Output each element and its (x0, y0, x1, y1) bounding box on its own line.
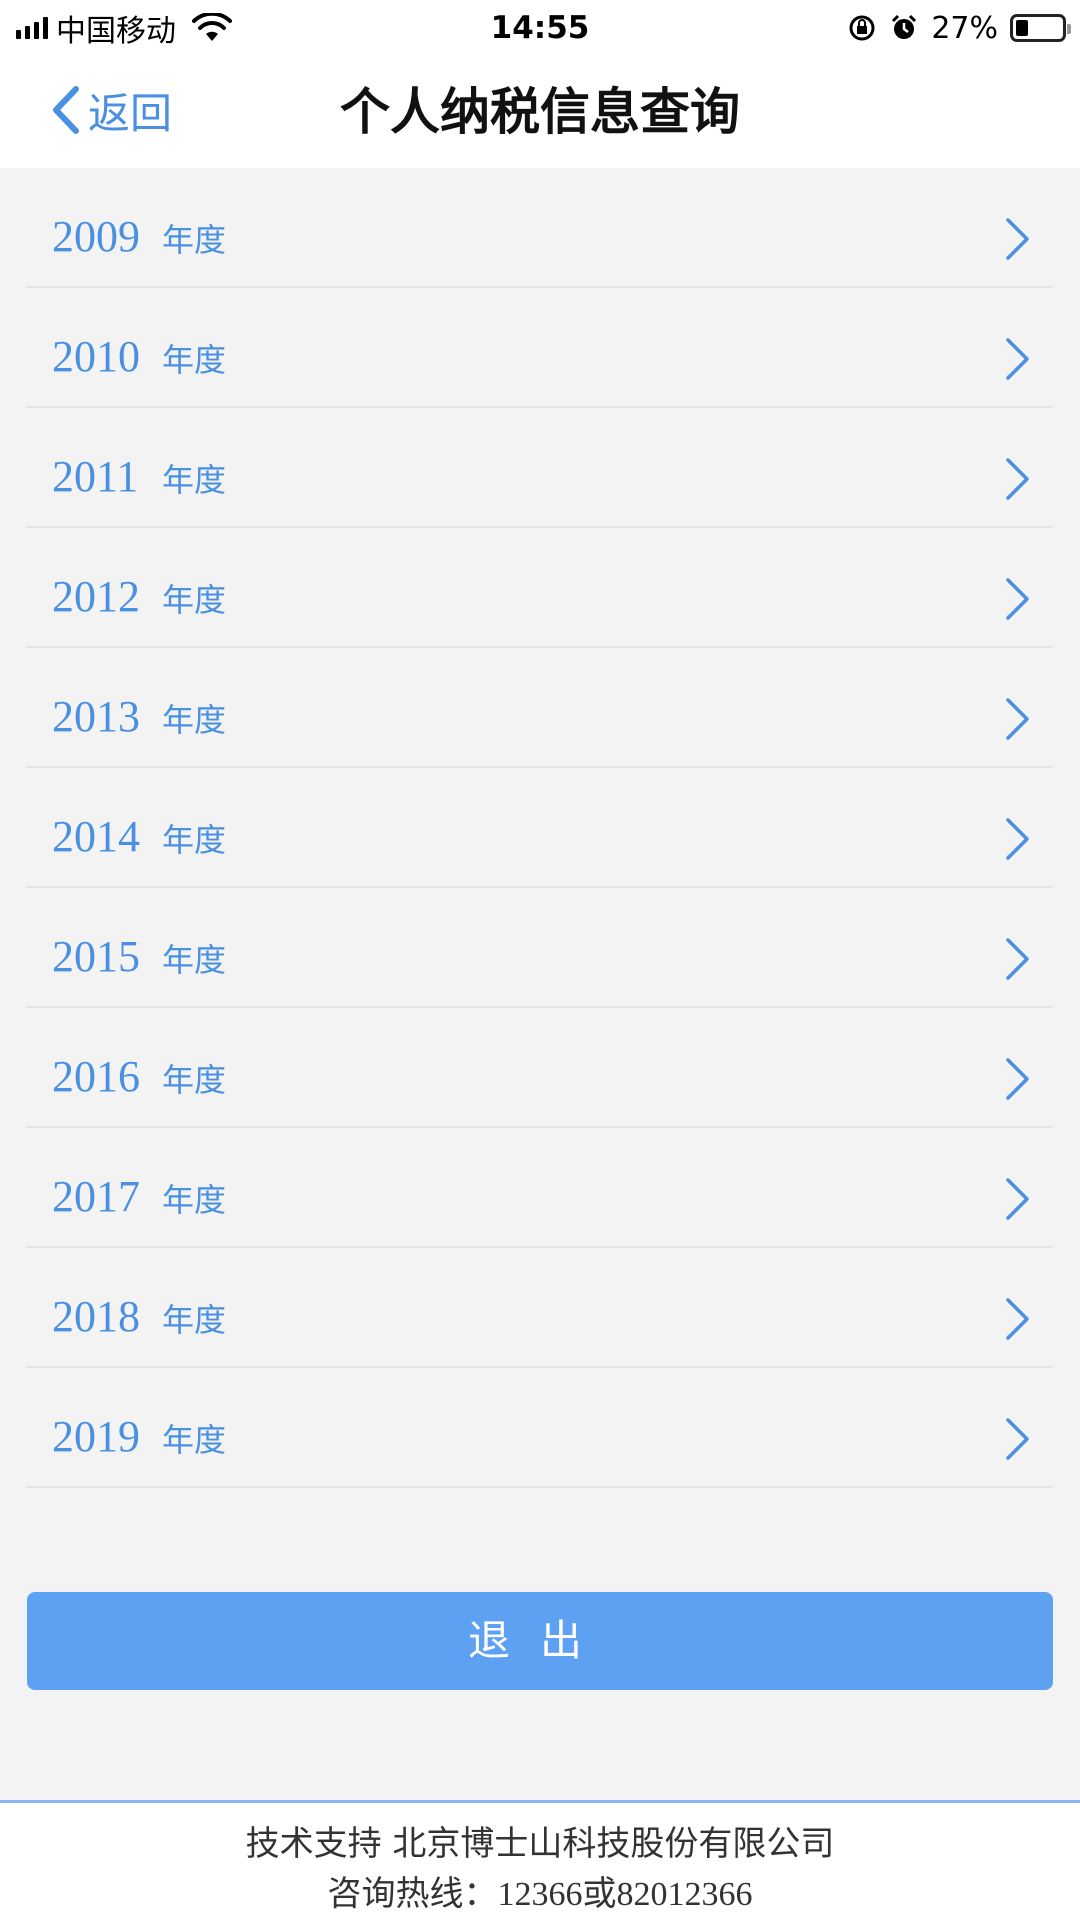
year-row[interactable]: 2015 年度 (26, 888, 1053, 1008)
year-label: 2012 (52, 572, 140, 621)
hotline-number: 12366或82012366 (497, 1876, 753, 1913)
orientation-lock-icon (849, 15, 875, 41)
hotline-label: 咨询热线： (327, 1874, 498, 1914)
chevron-right-icon (1006, 698, 1029, 740)
footer: 技术支持 北京博士山科技股份有限公司 咨询热线：12366或82012366 (0, 1800, 1080, 1920)
year-label: 2015 (52, 932, 140, 981)
chevron-right-icon (1006, 578, 1029, 620)
year-label: 2010 (52, 332, 140, 381)
year-row[interactable]: 2009 年度 (26, 168, 1053, 288)
chevron-right-icon (1006, 338, 1029, 380)
year-label: 2014 (52, 812, 140, 861)
year-row[interactable]: 2011 年度 (26, 408, 1053, 528)
year-row[interactable]: 2010 年度 (26, 288, 1053, 408)
chevron-right-icon (1006, 1178, 1029, 1220)
year-list: 2008年度2009年度2010年度2011年度2012年度2013年度2014… (26, 48, 1053, 1488)
hotline-text: 咨询热线：12366或82012366 (0, 1869, 1080, 1920)
chevron-right-icon (1006, 218, 1029, 260)
year-unit-label: 年度 (162, 821, 227, 859)
year-unit-label: 年度 (162, 1421, 227, 1459)
year-label: 2017 (52, 1172, 140, 1221)
chevron-right-icon (1006, 1418, 1029, 1460)
battery-icon (1010, 14, 1071, 42)
exit-button[interactable]: 退出 (27, 1592, 1053, 1690)
year-row[interactable]: 2013 年度 (26, 648, 1053, 768)
year-unit-label: 年度 (162, 1181, 227, 1219)
battery-percent: 27% (931, 10, 998, 46)
year-row[interactable]: 2014 年度 (26, 768, 1053, 888)
year-unit-label: 年度 (162, 701, 227, 739)
year-label: 2009 (52, 212, 140, 261)
year-row[interactable]: 2012 年度 (26, 528, 1053, 648)
navigation-bar: 返回 个人纳税信息查询 (0, 56, 1080, 168)
year-unit-label: 年度 (162, 221, 227, 259)
support-text: 技术支持 北京博士山科技股份有限公司 (245, 1824, 835, 1864)
chevron-right-icon (1006, 1058, 1029, 1100)
year-unit-label: 年度 (162, 1301, 227, 1339)
year-label: 2019 (52, 1412, 140, 1461)
page-title: 个人纳税信息查询 (340, 83, 740, 141)
year-unit-label: 年度 (162, 341, 227, 379)
year-label: 2013 (52, 692, 140, 741)
year-label: 2011 (52, 452, 139, 501)
year-unit-label: 年度 (162, 941, 227, 979)
year-row[interactable]: 2016 年度 (26, 1008, 1053, 1128)
year-label: 2018 (52, 1292, 140, 1341)
year-label: 2016 (52, 1052, 140, 1101)
chevron-right-icon (1006, 818, 1029, 860)
alarm-icon (892, 14, 917, 39)
year-row[interactable]: 2018 年度 (26, 1248, 1053, 1368)
year-row[interactable]: 2019 年度 (26, 1368, 1053, 1488)
year-unit-label: 年度 (162, 1061, 227, 1099)
chevron-right-icon (1006, 1298, 1029, 1340)
chevron-right-icon (1006, 938, 1029, 980)
year-unit-label: 年度 (162, 581, 227, 619)
year-row[interactable]: 2017 年度 (26, 1128, 1053, 1248)
status-right: 27% (847, 6, 1071, 50)
chevron-right-icon (1006, 458, 1029, 500)
year-unit-label: 年度 (162, 461, 227, 499)
